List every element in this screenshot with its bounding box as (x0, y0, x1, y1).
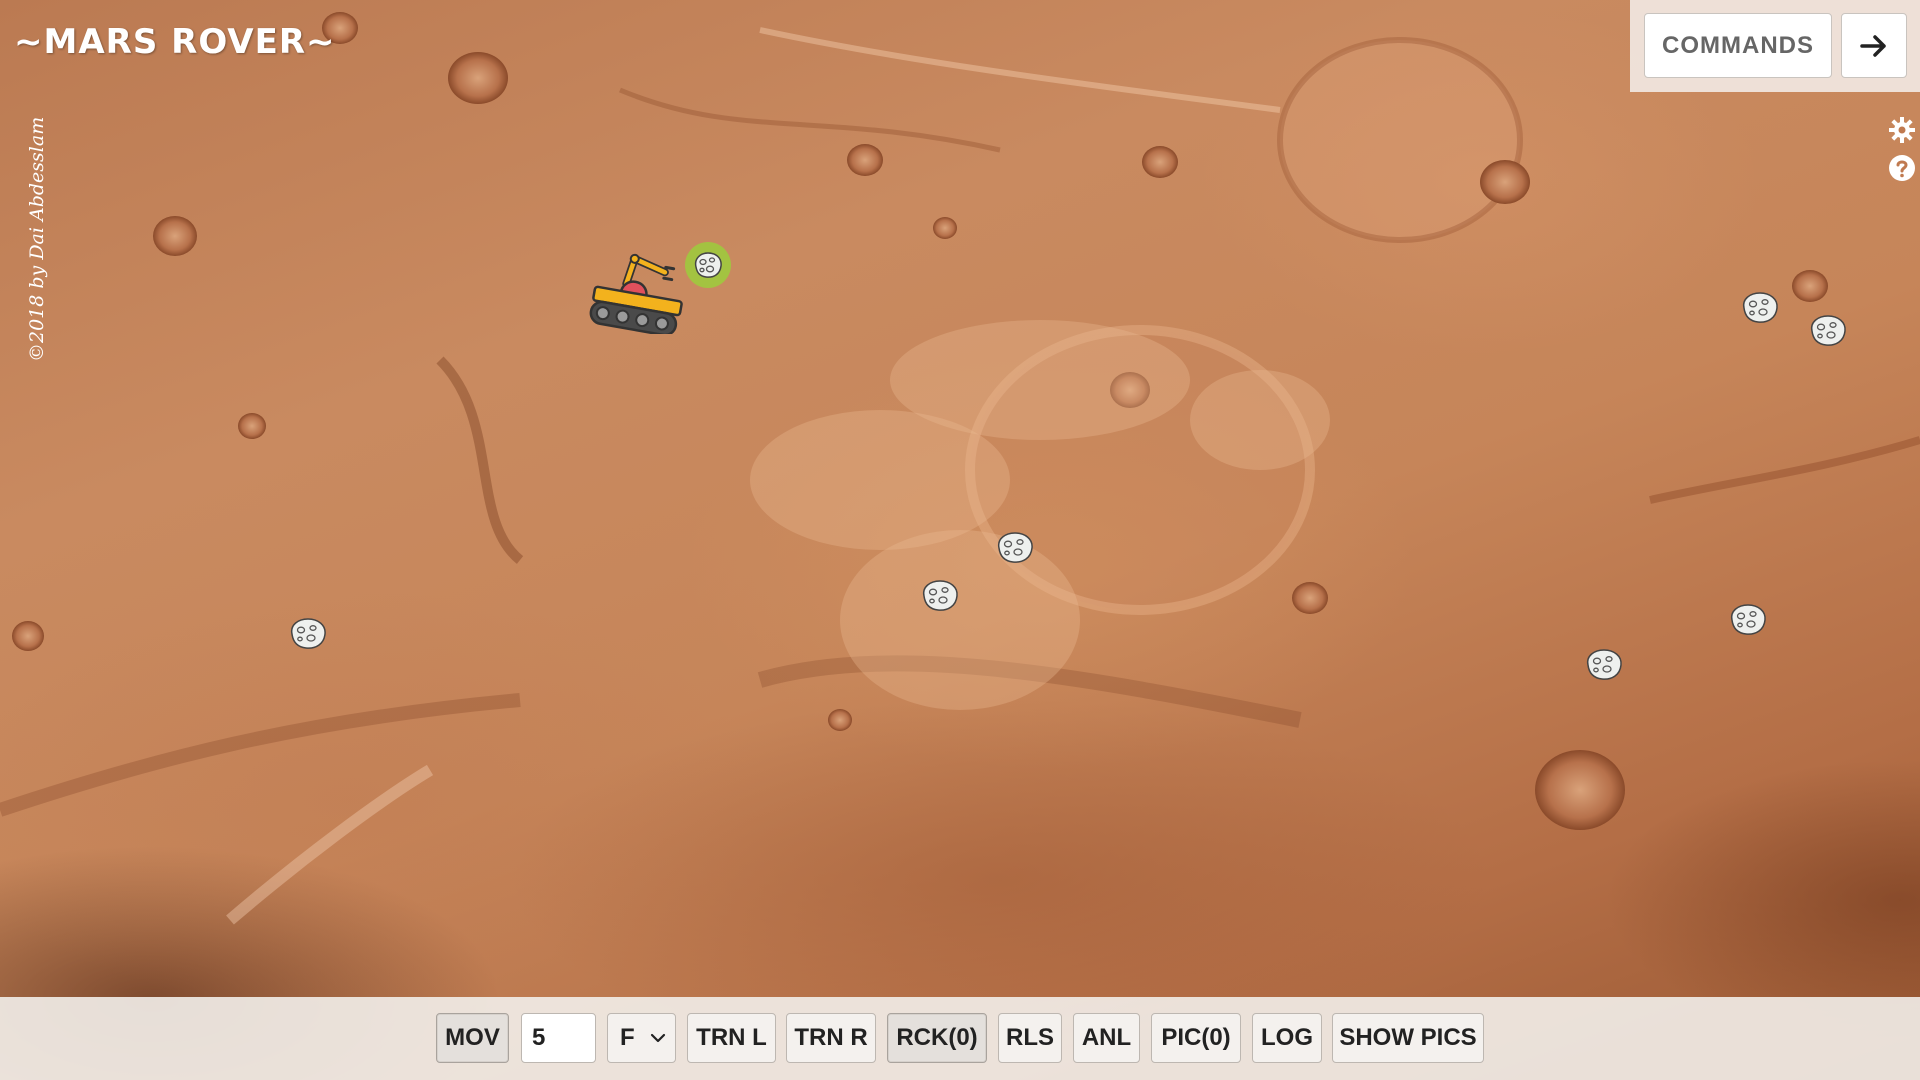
picture-button[interactable]: PIC(0) (1151, 1013, 1241, 1063)
rock[interactable] (1728, 602, 1768, 638)
move-button[interactable]: MOV (436, 1013, 509, 1063)
log-button[interactable]: LOG (1252, 1013, 1322, 1063)
gear-icon-svg (1889, 117, 1915, 143)
rock-icon (685, 242, 731, 288)
distance-input[interactable] (521, 1013, 596, 1063)
turn-left-button[interactable]: TRN L (687, 1013, 776, 1063)
gear-icon[interactable] (1888, 116, 1916, 144)
expand-arrow-button[interactable] (1841, 13, 1907, 78)
credit-signature: ©2018 by Dai Abdesslam (4, 112, 48, 362)
rock-icon (1730, 604, 1766, 635)
rock-icon (1586, 649, 1622, 680)
rock-icon (290, 618, 326, 649)
commands-button[interactable]: COMMANDS (1644, 13, 1832, 78)
help-icon[interactable] (1888, 154, 1916, 182)
chevron-down-icon (650, 1033, 666, 1043)
rock-icon (997, 532, 1033, 563)
app-title: ~MARS ROVER~ (14, 22, 336, 62)
rover-icon (589, 253, 683, 337)
release-button[interactable]: RLS (998, 1013, 1062, 1063)
rock[interactable] (1740, 290, 1780, 326)
direction-select[interactable]: F (607, 1013, 676, 1063)
help-icon-svg (1889, 155, 1915, 181)
rock[interactable] (995, 530, 1035, 566)
direction-selected-value: F (620, 1024, 635, 1051)
rock[interactable] (1584, 647, 1624, 683)
terrain-texture (0, 12, 1920, 925)
rover[interactable] (588, 238, 688, 337)
rock-icon (922, 580, 958, 611)
rock-highlighted[interactable] (685, 242, 731, 288)
show-pics-button[interactable]: SHOW PICS (1332, 1013, 1484, 1063)
rock-icon (1742, 292, 1778, 323)
credit-text: ©2018 by Dai Abdesslam (26, 116, 48, 362)
rock[interactable] (1808, 313, 1848, 349)
analyze-button[interactable]: ANL (1073, 1013, 1140, 1063)
arrow-right-icon (1860, 34, 1886, 57)
rock-collect-button[interactable]: RCK(0) (887, 1013, 987, 1063)
mars-surface-map (0, 0, 1920, 1080)
rock[interactable] (288, 616, 328, 652)
rock[interactable] (920, 578, 960, 614)
rock-icon (1810, 315, 1846, 346)
turn-right-button[interactable]: TRN R (786, 1013, 876, 1063)
